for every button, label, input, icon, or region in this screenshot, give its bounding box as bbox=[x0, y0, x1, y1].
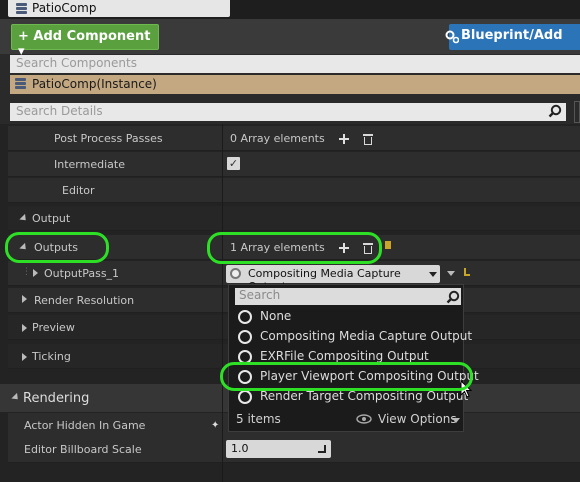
drag-handle-icon[interactable]: ⋮ bbox=[22, 267, 31, 277]
chevron-down-icon[interactable] bbox=[447, 271, 455, 276]
preview-label: Preview bbox=[32, 321, 75, 334]
option-label: Render Target Compositing Output bbox=[260, 389, 469, 403]
class-icon bbox=[230, 268, 241, 279]
radio-icon bbox=[238, 310, 252, 324]
actor-hidden-label: Actor Hidden In Game bbox=[24, 419, 146, 432]
expand-arrow-icon bbox=[22, 324, 27, 332]
search-details-input[interactable]: Search Details bbox=[10, 103, 566, 121]
blueprint-add-label: Blueprint/Add bbox=[461, 28, 563, 43]
editor-label: Editor bbox=[62, 184, 95, 197]
radio-icon bbox=[238, 350, 252, 364]
intermediate-label: Intermediate bbox=[54, 158, 125, 171]
output-category-row[interactable]: Output bbox=[8, 206, 580, 231]
option-label: EXRFile Compositing Output bbox=[260, 349, 429, 363]
popup-footer: 5 items View Options bbox=[236, 410, 462, 428]
trash-icon[interactable] bbox=[363, 133, 373, 145]
gears-icon bbox=[445, 30, 459, 44]
chevron-down-icon bbox=[429, 272, 437, 277]
intermediate-row: Intermediate bbox=[8, 152, 580, 177]
render-resolution-label: Render Resolution bbox=[34, 294, 135, 307]
outputs-value: 1 Array elements bbox=[230, 241, 325, 254]
outputs-label: Outputs bbox=[34, 241, 78, 254]
resize-icon bbox=[318, 445, 326, 453]
mouse-cursor-icon bbox=[460, 380, 473, 398]
post-process-passes-row: Post Process Passes 0 Array elements bbox=[8, 126, 580, 151]
editor-row: Editor bbox=[8, 178, 580, 203]
ticking-label: Ticking bbox=[32, 350, 71, 363]
instance-row[interactable]: PatioComp(Instance) bbox=[10, 75, 580, 94]
add-element-icon[interactable] bbox=[339, 243, 349, 253]
component-tab[interactable]: PatioComp bbox=[8, 0, 230, 17]
option-label: None bbox=[260, 309, 292, 323]
billboard-scale-value: 1.0 bbox=[231, 442, 249, 455]
rendering-label: Rendering bbox=[23, 391, 90, 406]
trash-icon[interactable] bbox=[363, 242, 373, 254]
outputs-row: Outputs 1 Array elements bbox=[8, 235, 580, 260]
expand-arrow-icon[interactable] bbox=[33, 269, 38, 277]
view-options-edge[interactable] bbox=[574, 101, 580, 123]
search-icon bbox=[446, 290, 460, 304]
post-process-passes-label: Post Process Passes bbox=[54, 132, 163, 145]
add-component-button[interactable]: + Add Component ▾ bbox=[11, 24, 159, 59]
item-count: 5 items bbox=[236, 412, 281, 426]
expand-arrow-icon bbox=[11, 392, 21, 403]
billboard-scale-input[interactable]: 1.0 bbox=[226, 440, 331, 458]
radio-icon bbox=[238, 390, 252, 404]
search-icon[interactable] bbox=[548, 104, 562, 118]
output-category-label: Output bbox=[32, 212, 71, 225]
chevron-down-icon bbox=[452, 418, 460, 423]
column-splitter[interactable] bbox=[222, 124, 223, 482]
post-process-passes-value: 0 Array elements bbox=[230, 132, 325, 145]
instance-label: PatioComp(Instance) bbox=[32, 77, 157, 91]
component-tab-label: PatioComp bbox=[32, 1, 97, 15]
component-icon bbox=[16, 3, 27, 14]
expand-arrow-icon bbox=[19, 213, 29, 224]
intermediate-checkbox[interactable]: ✓ bbox=[227, 157, 240, 170]
instance-icon bbox=[15, 78, 26, 89]
option-label: Compositing Media Capture Output bbox=[260, 329, 473, 343]
output-class-dropdown[interactable]: Compositing Media Capture Output bbox=[226, 265, 440, 293]
radio-icon bbox=[238, 370, 252, 384]
view-options-button[interactable]: View Options bbox=[356, 410, 460, 428]
option-label: Player Viewport Compositing Output bbox=[260, 369, 479, 383]
search-components-input[interactable]: Search Components bbox=[10, 55, 580, 73]
billboard-scale-label: Editor Billboard Scale bbox=[24, 443, 142, 456]
eye-icon bbox=[356, 414, 372, 424]
reset-arrow-icon[interactable] bbox=[464, 268, 470, 276]
reset-arrow-icon[interactable] bbox=[385, 241, 391, 249]
add-element-icon[interactable] bbox=[339, 134, 349, 144]
expand-arrow-icon[interactable] bbox=[19, 242, 29, 253]
popup-search-input[interactable]: Search bbox=[235, 288, 461, 305]
output-pass-label: OutputPass_1 bbox=[44, 267, 120, 280]
expand-arrow-icon bbox=[22, 353, 27, 361]
radio-icon bbox=[238, 330, 252, 344]
view-options-label: View Options bbox=[378, 412, 457, 426]
pin-icon[interactable]: ✦ bbox=[211, 420, 219, 431]
expand-arrow-icon bbox=[22, 295, 27, 303]
blueprint-add-button[interactable]: Blueprint/Add bbox=[445, 24, 580, 50]
